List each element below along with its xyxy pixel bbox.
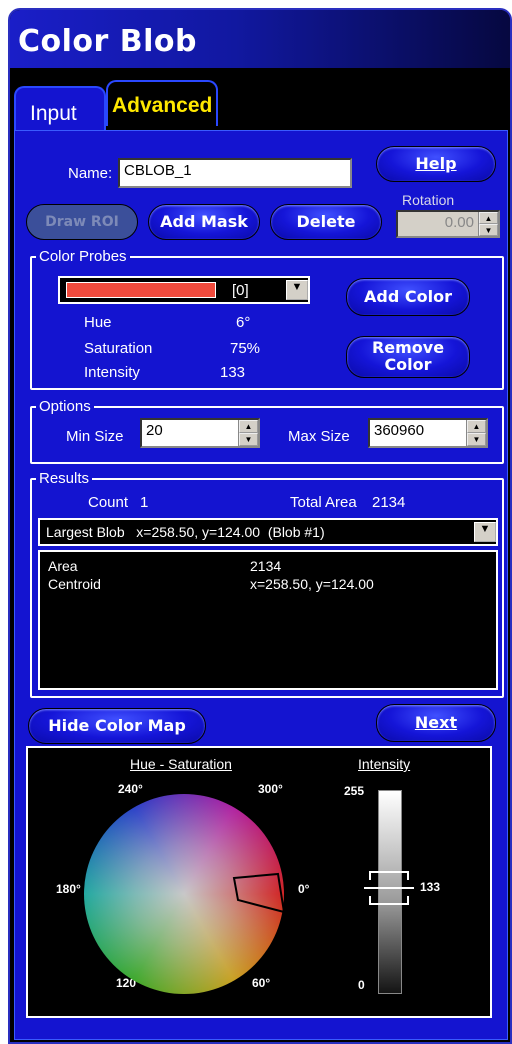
tab-advanced[interactable]: Advanced	[106, 80, 218, 126]
next-button[interactable]: Next	[376, 704, 496, 742]
add-mask-button[interactable]: Add Mask	[148, 204, 260, 240]
intensity-value: 133	[220, 364, 246, 381]
angle-label-240: 240°	[118, 782, 143, 796]
name-label: Name:	[68, 165, 113, 182]
results-title: Results	[36, 470, 93, 487]
result-row-name: Area	[48, 558, 78, 574]
hide-color-map-button[interactable]: Hide Color Map	[28, 708, 206, 744]
down-arrow-icon[interactable]: ▼	[239, 433, 258, 446]
min-size-spinner[interactable]: ▲ ▼	[238, 420, 258, 446]
remove-color-button[interactable]: Remove Color	[346, 336, 470, 378]
result-row-value: 2134	[250, 558, 282, 574]
tab-input[interactable]: Input	[14, 86, 106, 132]
help-button[interactable]: Help	[376, 146, 496, 182]
add-color-button[interactable]: Add Color	[346, 278, 470, 316]
hue-value: 6°	[236, 314, 251, 331]
max-size-spinner[interactable]: ▲ ▼	[466, 420, 486, 446]
intensity-marker-label: 133	[420, 879, 441, 894]
angle-label-180: 180°	[56, 882, 81, 896]
hue-saturation-title: Hue - Saturation	[130, 756, 232, 772]
intensity-marker-bracket	[364, 870, 414, 905]
intensity-label: Intensity	[84, 364, 140, 381]
intensity-title: Intensity	[358, 756, 411, 772]
angle-label-300: 300°	[258, 782, 283, 796]
results-list[interactable]: Area 2134 Centroid x=258.50, y=124.00	[38, 550, 498, 690]
intensity-max-label: 255	[344, 784, 365, 798]
count-value: 1	[140, 494, 149, 511]
delete-button[interactable]: Delete	[270, 204, 382, 240]
angle-label-60: 60°	[252, 976, 271, 990]
color-probes-title: Color Probes	[36, 248, 130, 265]
angle-label-0: 0°	[298, 882, 310, 896]
result-row-value: x=258.50, y=124.00	[250, 576, 374, 592]
color-probe-select[interactable]: [0] ▼	[58, 276, 310, 304]
help-button-label: Help	[415, 153, 457, 173]
total-area-value: 2134	[372, 494, 406, 511]
blob-select[interactable]: Largest Blob x=258.50, y=124.00 (Blob #1…	[38, 518, 498, 546]
options-title: Options	[36, 398, 94, 415]
color-swatch	[66, 282, 216, 298]
up-arrow-icon[interactable]: ▲	[479, 212, 498, 224]
intensity-min-label: 0	[358, 978, 365, 992]
intensity-marker[interactable]	[364, 868, 414, 908]
chevron-down-icon[interactable]: ▼	[286, 280, 308, 300]
saturation-label: Saturation	[84, 340, 153, 357]
probe-index: [0]	[232, 282, 249, 299]
next-button-label: Next	[414, 712, 458, 732]
chevron-down-icon[interactable]: ▼	[474, 522, 496, 542]
blob-select-value: Largest Blob x=258.50, y=124.00 (Blob #1…	[46, 524, 325, 540]
min-size-label: Min Size	[66, 428, 124, 445]
saturation-value: 75%	[230, 340, 261, 357]
rotation-spinner[interactable]: ▲ ▼	[478, 212, 498, 236]
down-arrow-icon[interactable]: ▼	[479, 224, 498, 236]
rotation-label: Rotation	[402, 192, 455, 208]
up-arrow-icon[interactable]: ▲	[467, 420, 486, 433]
name-field[interactable]: CBLOB_1	[118, 158, 352, 188]
up-arrow-icon[interactable]: ▲	[239, 420, 258, 433]
hue-label: Hue	[84, 314, 112, 331]
result-row-name: Centroid	[48, 576, 101, 592]
draw-roi-button[interactable]: Draw ROI	[26, 204, 138, 240]
max-size-label: Max Size	[288, 428, 350, 445]
count-label: Count	[88, 494, 129, 511]
hue-selection-marker[interactable]	[228, 872, 288, 916]
total-area-label: Total Area	[290, 494, 357, 511]
color-map-panel: Hue - Saturation Intensity 240° 300° 180…	[26, 746, 492, 1018]
color-blob-window: Color Blob Input Advanced Name: CBLOB_1 …	[8, 8, 512, 1044]
window-title: Color Blob	[10, 10, 510, 68]
down-arrow-icon[interactable]: ▼	[467, 433, 486, 446]
